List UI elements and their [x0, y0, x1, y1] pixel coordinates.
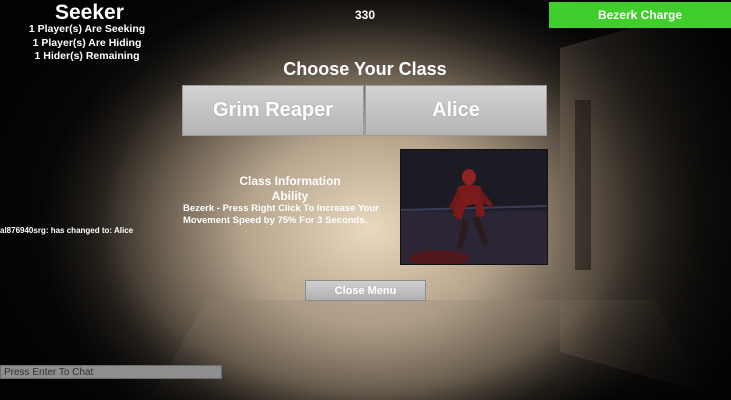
hiders-remaining: 1 Hider(s) Remaining — [34, 50, 140, 62]
class-button-alice[interactable]: Alice — [365, 85, 547, 136]
ability-description: Bezerk - Press Right Click To Increase Y… — [183, 203, 379, 226]
scene-right-wall — [560, 0, 731, 400]
bezerk-charge-button[interactable]: Bezerk Charge — [549, 2, 731, 28]
chat-input[interactable] — [0, 365, 222, 379]
seeking-count: 1 Player(s) Are Seeking — [28, 23, 146, 35]
feed-message: has changed to: Alice — [50, 226, 134, 235]
menu-title: Choose Your Class — [283, 59, 447, 79]
character-portrait-icon — [401, 150, 547, 264]
class-button-grim-reaper[interactable]: Grim Reaper — [182, 85, 364, 136]
class-portrait-image — [400, 149, 548, 265]
match-stats: 1 Player(s) Are Seeking 1 Player(s) Are … — [22, 23, 152, 64]
event-feed: al876940srg: has changed to: Alice — [0, 226, 133, 235]
scene-doorway — [575, 100, 591, 270]
close-menu-button[interactable]: Close Menu — [305, 280, 426, 301]
class-info-heading: Class Information — [239, 174, 341, 188]
round-timer: 330 — [355, 8, 376, 22]
scene-floor — [150, 300, 710, 400]
ability-heading: Ability — [271, 189, 309, 203]
feed-player-name: al876940srg: — [0, 226, 49, 235]
hiding-count: 1 Player(s) Are Hiding — [32, 36, 142, 49]
